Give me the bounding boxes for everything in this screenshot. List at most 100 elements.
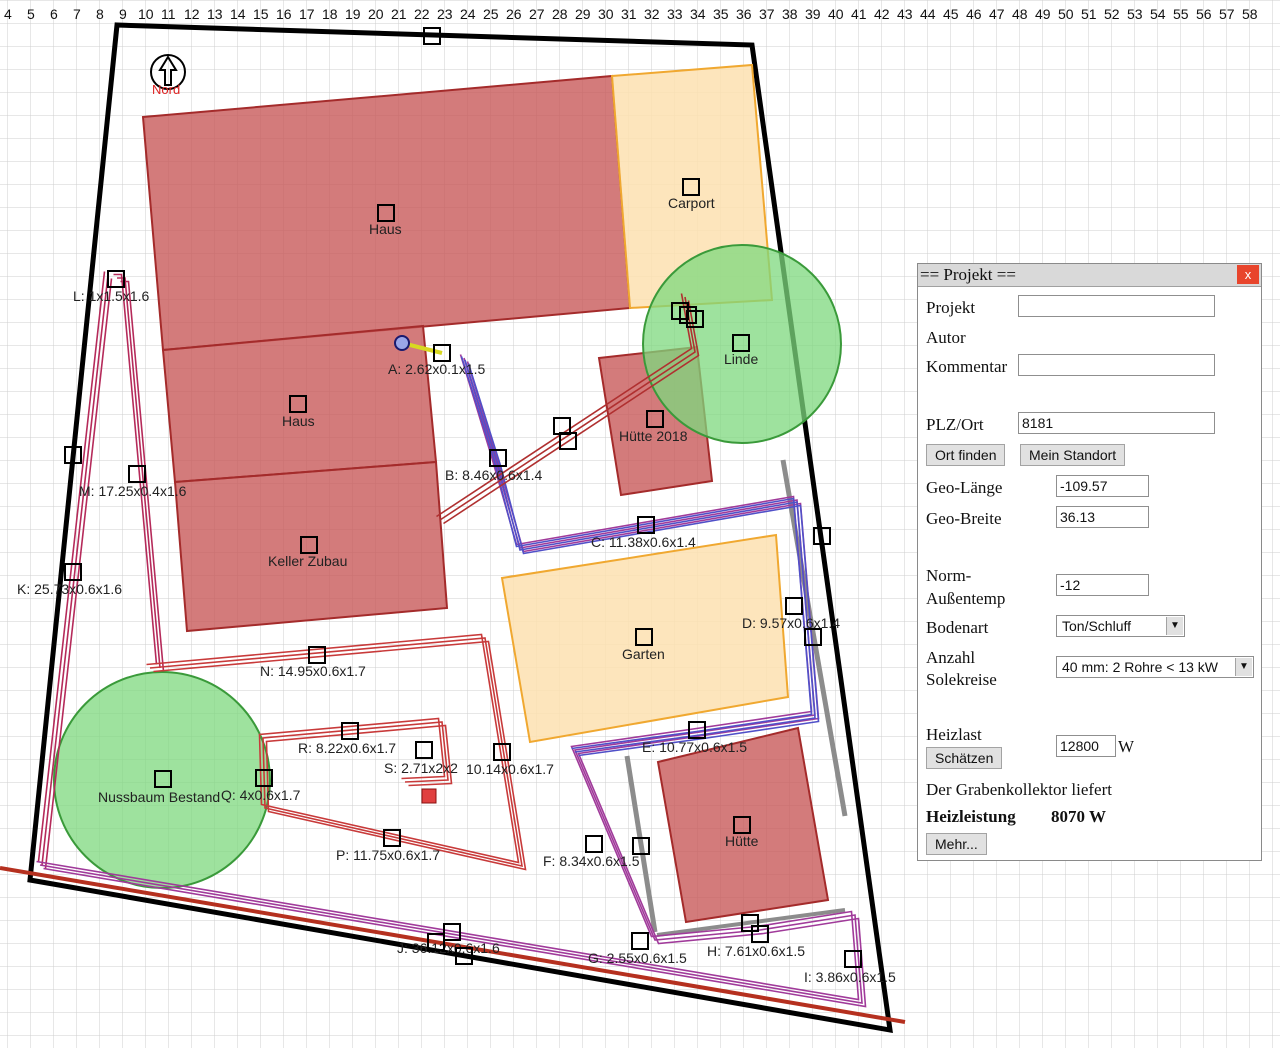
segment-label-e[interactable]: E: 10.77x0.6x1.5 <box>642 739 747 755</box>
ruler-number: 58 <box>1242 6 1258 22</box>
norm-aussentemp-input[interactable]: -12 <box>1056 574 1149 596</box>
ruler-number: 32 <box>644 6 660 22</box>
plz-label: PLZ/Ort <box>926 415 984 434</box>
segment-label-l[interactable]: L: 1x1.5x1.6 <box>73 288 149 304</box>
tree-linde[interactable] <box>642 244 842 444</box>
ruler-number: 47 <box>989 6 1005 22</box>
ruler-number: 17 <box>299 6 315 22</box>
mein-standort-button[interactable]: Mein Standort <box>1020 444 1126 466</box>
area-huette[interactable] <box>656 726 830 924</box>
schaetzen-button[interactable]: Schätzen <box>926 747 1003 769</box>
ruler-number: 49 <box>1035 6 1051 22</box>
ruler-number: 23 <box>437 6 453 22</box>
norm-label-line1: Norm- <box>926 566 972 585</box>
kommentar-input[interactable] <box>1018 354 1215 376</box>
bodenart-select[interactable]: Ton/Schluff ▼ <box>1056 615 1185 637</box>
segment-label-m[interactable]: M: 17.25x0.4x1.6 <box>79 483 187 499</box>
segment-label-n[interactable]: N: 14.95x0.6x1.7 <box>260 663 366 679</box>
chevron-down-icon[interactable]: ▼ <box>1166 617 1183 635</box>
ruler-number: 43 <box>897 6 913 22</box>
label-garten: Garten <box>622 646 665 662</box>
norm-label-line2: Außentemp <box>926 589 1006 608</box>
close-icon[interactable]: x <box>1237 265 1259 284</box>
ruler-number: 11 <box>161 6 176 22</box>
autor-label: Autor <box>926 328 966 347</box>
ort-finden-button[interactable]: Ort finden <box>926 444 1006 466</box>
anzahl-label-line2: Solekreise <box>926 670 997 689</box>
ruler-number: 24 <box>460 6 476 22</box>
mehr-button[interactable]: Mehr... <box>926 833 987 855</box>
label-linde: Linde <box>724 351 758 367</box>
label-carport: Carport <box>668 195 715 211</box>
tree-nussbaum[interactable] <box>53 671 271 889</box>
segment-label-g[interactable]: G: 2.55x0.6x1.5 <box>588 950 687 966</box>
label-keller: Keller Zubau <box>268 553 347 569</box>
geo-laenge-input[interactable]: -109.57 <box>1056 475 1149 497</box>
ruler-number: 41 <box>851 6 867 22</box>
ruler-number: 30 <box>598 6 614 22</box>
ruler-number: 10 <box>138 6 154 22</box>
segment-label-i[interactable]: I: 3.86x0.6x1.5 <box>804 969 896 985</box>
dialog-title-bar[interactable]: == Projekt == <box>918 264 1261 287</box>
ruler-number: 54 <box>1150 6 1166 22</box>
ruler-number: 48 <box>1012 6 1028 22</box>
segment-label-s[interactable]: S: 2.71x2x2 <box>384 760 458 776</box>
ruler-number: 50 <box>1058 6 1074 22</box>
segment-label-d[interactable]: D: 9.57x0.6x1.4 <box>742 615 840 631</box>
projekt-input[interactable] <box>1018 295 1215 317</box>
label-haus-top: Haus <box>369 221 402 237</box>
segment-label-k[interactable]: K: 25.73x0.6x1.6 <box>17 581 122 597</box>
ruler-number: 20 <box>368 6 384 22</box>
area-keller-zubau[interactable] <box>173 460 449 633</box>
ruler-number: 56 <box>1196 6 1212 22</box>
heizleistung-label: Heizleistung <box>926 807 1016 826</box>
segment-label-f[interactable]: F: 8.34x0.6x1.5 <box>543 853 640 869</box>
anzahl-value: 40 mm: 2 Rohre < 13 kW <box>1062 659 1219 675</box>
ruler-number: 27 <box>529 6 545 22</box>
ruler-number: 22 <box>414 6 430 22</box>
ruler-number: 15 <box>253 6 269 22</box>
heizlast-unit: W <box>1118 737 1135 756</box>
label-huette: Hütte <box>725 833 759 849</box>
manifold-marker[interactable] <box>421 788 437 804</box>
ruler-number: 51 <box>1081 6 1097 22</box>
ruler-number: 12 <box>184 6 200 22</box>
ruler-number: 38 <box>782 6 798 22</box>
area-haus-top[interactable] <box>141 74 632 352</box>
segment-label-o[interactable]: 10.14x0.6x1.7 <box>466 761 554 777</box>
dialog-title: == Projekt == <box>920 265 1016 284</box>
ruler-number: 53 <box>1127 6 1143 22</box>
ruler-number: 35 <box>713 6 729 22</box>
heat-pump-marker[interactable] <box>394 335 410 351</box>
segment-label-p[interactable]: P: 11.75x0.6x1.7 <box>336 847 440 863</box>
segment-label-j[interactable]: J: 36.12x0.6x1.6 <box>397 940 500 956</box>
segment-label-h[interactable]: H: 7.61x0.6x1.5 <box>707 943 805 959</box>
ruler-number: 55 <box>1173 6 1189 22</box>
segment-label-b[interactable]: B: 8.46x0.6x1.4 <box>445 467 543 483</box>
projekt-label: Projekt <box>926 298 976 317</box>
ruler-number: 46 <box>966 6 982 22</box>
segment-label-a[interactable]: A: 2.62x0.1x1.5 <box>388 361 486 377</box>
area-haus-mid[interactable] <box>161 324 438 484</box>
heizlast-input[interactable]: 12800 <box>1056 735 1116 757</box>
liefert-text: Der Grabenkollektor liefert <box>926 780 1112 799</box>
segment-label-r[interactable]: R: 8.22x0.6x1.7 <box>298 740 396 756</box>
ruler-number: 7 <box>73 6 81 22</box>
ruler-number: 8 <box>96 6 104 22</box>
geo-breite-input[interactable]: 36.13 <box>1056 506 1149 528</box>
ruler-number: 39 <box>805 6 821 22</box>
label-haus-mid: Haus <box>282 413 315 429</box>
chevron-down-icon[interactable]: ▼ <box>1235 658 1252 676</box>
ruler-number: 14 <box>230 6 246 22</box>
plz-input[interactable]: 8181 <box>1018 412 1215 434</box>
heizleistung-value: 8070 W <box>1051 807 1106 826</box>
segment-label-c[interactable]: C: 11.38x0.6x1.4 <box>591 534 696 550</box>
anzahl-label-line1: Anzahl <box>926 648 976 667</box>
ruler-number: 45 <box>943 6 959 22</box>
ruler-number: 19 <box>345 6 361 22</box>
geo-breite-label: Geo-Breite <box>926 509 1002 528</box>
segment-label-q[interactable]: Q: 4x0.6x1.7 <box>221 787 301 803</box>
top-ruler: 4 5 6 7 8 9 10 11 12 13 14 15 16 17 18 19 20 21 22 23 24 25 26… <box>4 6 1258 22</box>
ruler-number: 29 <box>575 6 591 22</box>
anzahl-select[interactable]: 40 mm: 2 Rohre < 13 kW ▼ <box>1056 656 1254 678</box>
